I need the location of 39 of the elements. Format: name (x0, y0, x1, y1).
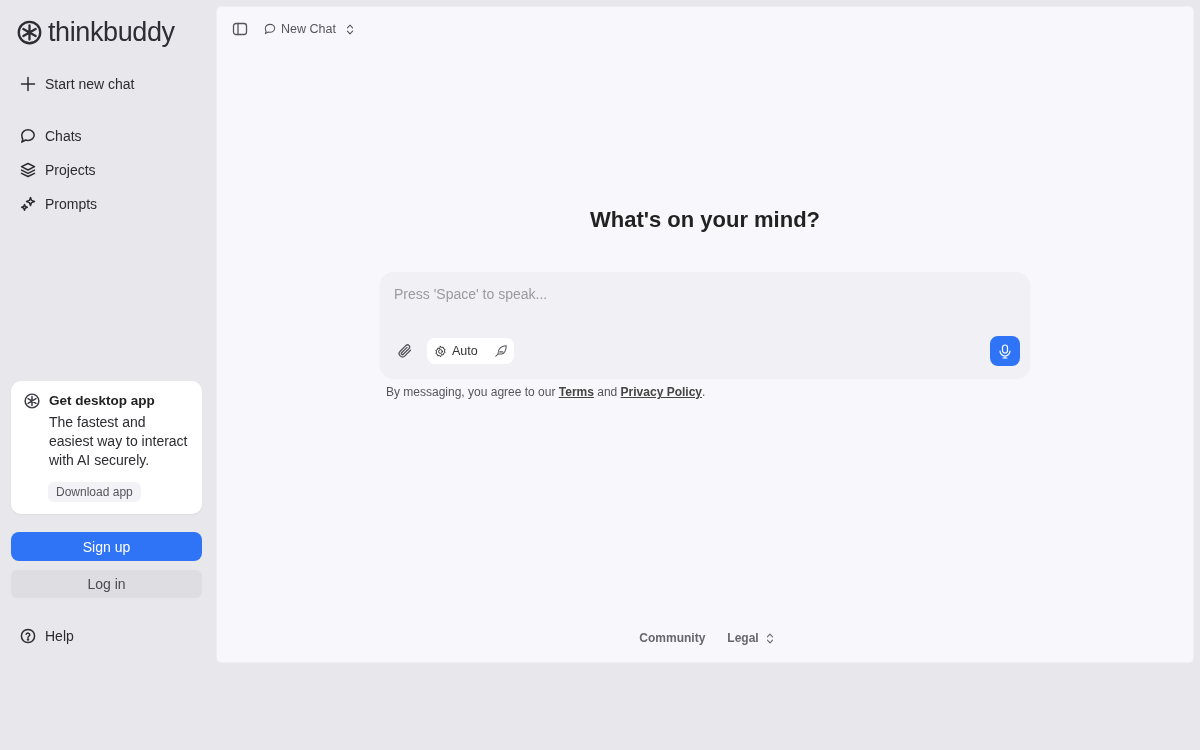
sidebar-nav-item[interactable]: Prompts (11, 188, 202, 220)
start-new-chat-button[interactable]: Start new chat (11, 68, 202, 100)
sidebar-icon (232, 21, 248, 37)
plus-icon (20, 76, 36, 92)
paperclip-icon (397, 343, 413, 359)
help-button[interactable]: Help (11, 620, 202, 652)
microphone-icon (997, 342, 1013, 360)
card-title: Get desktop app (49, 393, 156, 409)
brand-name: thinkbuddy (48, 18, 175, 46)
card-text: The fastest and easiest way to interact with AI securely. (49, 413, 189, 470)
gear-icon (434, 344, 447, 358)
page-heading: What's on your mind? (589, 206, 821, 234)
chevron-up-down-icon (766, 632, 773, 644)
message-input[interactable]: Press 'Space' to speak... (380, 272, 1030, 336)
message-composer[interactable]: Press 'Space' to speak... Auto (380, 272, 1030, 378)
chat-bubble-icon (20, 128, 36, 144)
voice-button[interactable] (990, 336, 1020, 366)
download-app-button[interactable]: Download app (48, 482, 141, 502)
sign-up-button[interactable]: Sign up (11, 532, 202, 561)
sidebar-toggle-button[interactable] (232, 21, 248, 37)
chevron-up-down-icon (346, 23, 353, 35)
terms-link[interactable]: Terms (558, 385, 594, 399)
asterisk-circle-icon (17, 19, 42, 45)
sparkles-icon (20, 196, 36, 212)
model-button[interactable]: Auto (434, 344, 478, 358)
chat-bubble-icon (264, 23, 276, 35)
asterisk-circle-icon (24, 393, 40, 409)
legal-button[interactable]: Legal (727, 631, 773, 645)
consent-text: By messaging, you agree to our Terms and Privacy Policy. (385, 385, 707, 399)
feather-icon (493, 344, 508, 358)
layers-icon (20, 162, 36, 178)
help-icon (20, 628, 36, 644)
sidebar-nav-item[interactable]: Chats (11, 120, 202, 152)
privacy-policy-link[interactable]: Privacy Policy (620, 385, 702, 399)
log-in-button[interactable]: Log in (11, 570, 202, 598)
community-link[interactable]: Community (639, 631, 706, 645)
chat-title-button[interactable]: New Chat (264, 17, 353, 41)
feather-button[interactable] (493, 344, 508, 358)
sidebar-nav-item[interactable]: Projects (11, 154, 202, 186)
